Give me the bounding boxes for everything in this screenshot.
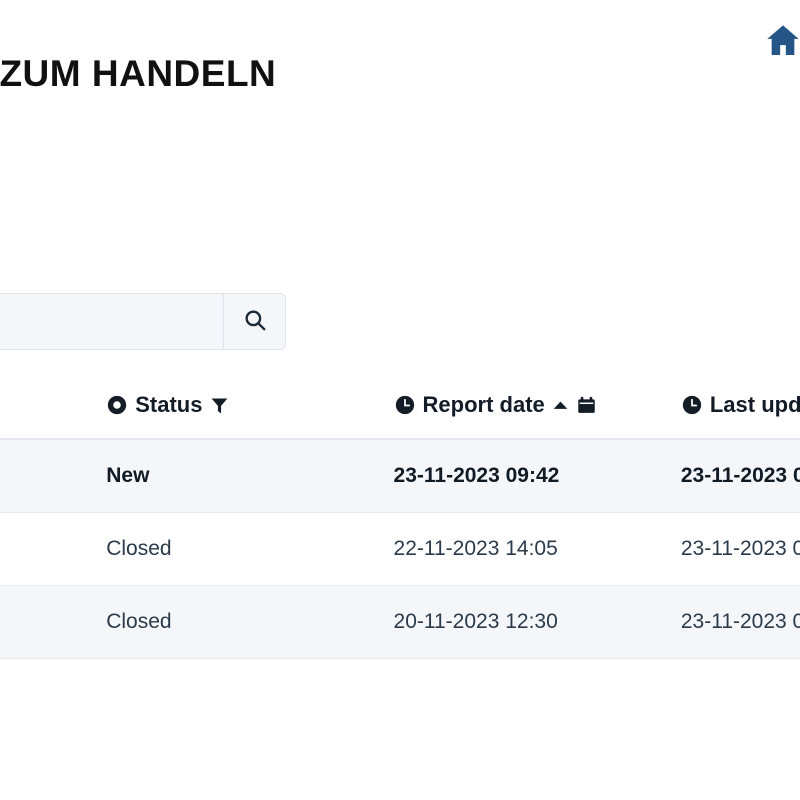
- filter-funnel-icon[interactable]: [209, 395, 230, 416]
- column-header-last-update[interactable]: Last update: [666, 378, 800, 440]
- column-header-label[interactable]: Label: [0, 378, 93, 440]
- search-icon: [242, 307, 268, 336]
- page-viewport: BEREIT ZUM HANDELN ID: [0, 0, 800, 800]
- cell-report-date: 22-11-2023 14:05: [379, 512, 667, 586]
- home-icon[interactable]: [760, 20, 800, 60]
- clock-icon: [394, 394, 416, 416]
- records-table: ID Label: [0, 378, 800, 659]
- table-row[interactable]: Closed 20-11-2023 12:30 23-11-2023 09:25…: [0, 585, 800, 659]
- search-box: [0, 293, 286, 350]
- cell-status: New: [92, 439, 380, 513]
- cell-status: Closed: [92, 512, 380, 586]
- column-header-report-date-label: Report date: [422, 392, 545, 417]
- clock-icon: [681, 394, 703, 416]
- search-button[interactable]: [223, 294, 285, 349]
- table-body: New 23-11-2023 09:42 23-11-2023 09:42 01…: [0, 439, 800, 659]
- cell-report-date: 23-11-2023 09:42: [379, 439, 667, 513]
- column-header-status[interactable]: Status: [92, 378, 380, 440]
- search-input[interactable]: [0, 294, 223, 349]
- table-header: ID Label: [0, 378, 800, 440]
- table-header-row: ID Label: [0, 378, 800, 440]
- cell-report-date: 20-11-2023 12:30: [379, 585, 667, 659]
- column-header-report-date[interactable]: Report date: [379, 378, 667, 440]
- cell-status: Closed: [92, 585, 380, 659]
- table-row[interactable]: New 23-11-2023 09:42 23-11-2023 09:42 01…: [0, 439, 800, 513]
- cell-label: [0, 439, 93, 513]
- sort-ascending-icon[interactable]: [552, 399, 569, 412]
- cell-last-update: 23-11-2023 09:42: [666, 439, 800, 513]
- table-row[interactable]: Closed 22-11-2023 14:05 23-11-2023 09:25…: [0, 512, 800, 586]
- column-header-status-label: Status: [135, 392, 203, 417]
- circle-dot-icon: [106, 394, 128, 416]
- cell-last-update: 23-11-2023 09:25: [666, 585, 800, 659]
- page-title: BEREIT ZUM HANDELN: [0, 53, 277, 94]
- cell-last-update: 23-11-2023 09:25: [666, 512, 800, 586]
- calendar-icon[interactable]: [576, 395, 597, 416]
- cell-label: [0, 512, 93, 586]
- cell-label: [0, 585, 93, 659]
- column-header-last-update-label: Last update: [709, 392, 800, 417]
